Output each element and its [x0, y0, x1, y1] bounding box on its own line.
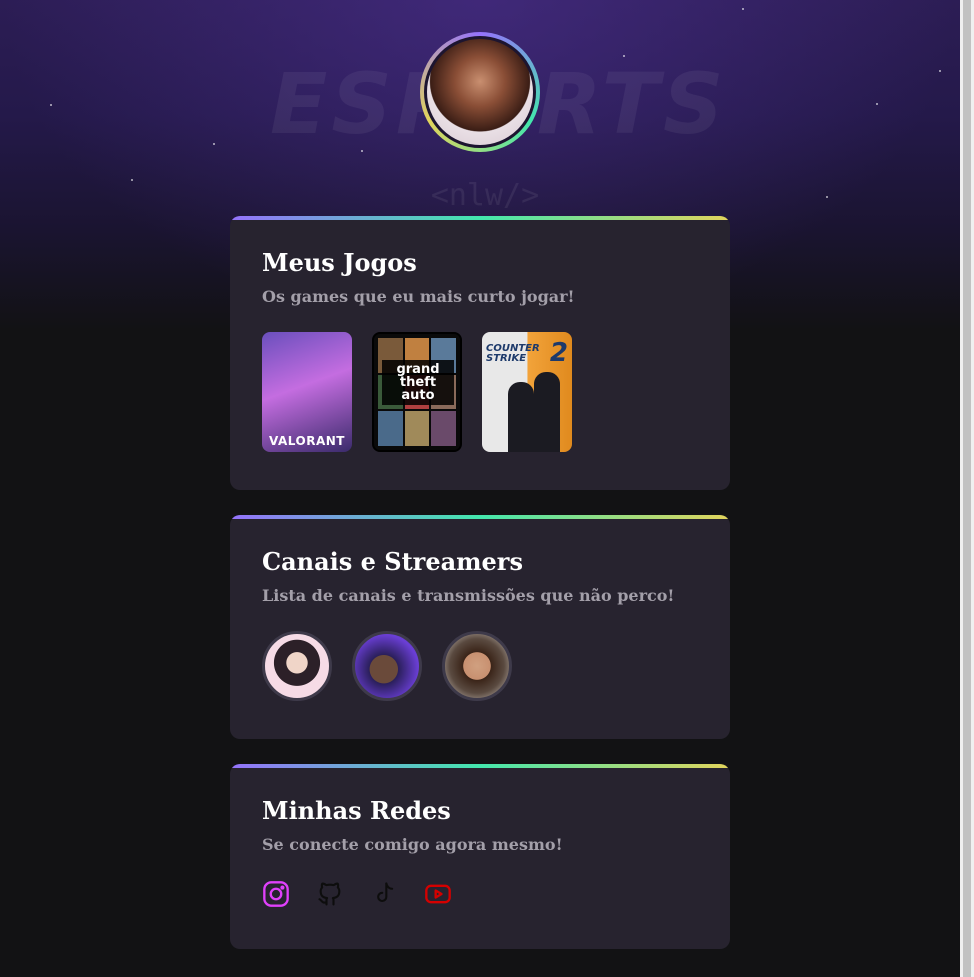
streamer-avatar-3[interactable] [442, 631, 512, 701]
streamer-avatar-1[interactable] [262, 631, 332, 701]
cs-figure [508, 382, 534, 452]
github-icon [318, 882, 341, 906]
cs-figure [534, 372, 560, 452]
nlw-watermark: <nlw/> [430, 178, 540, 213]
star [742, 8, 744, 10]
socials-subtitle: Se conecte comigo agora mesmo! [262, 835, 563, 854]
star [213, 143, 215, 145]
streamers-card: Canais e Streamers Lista de canais e tra… [230, 515, 730, 739]
star [826, 196, 828, 198]
github-link[interactable] [316, 880, 344, 912]
star [939, 70, 941, 72]
star [876, 103, 878, 105]
youtube-icon [425, 884, 451, 904]
game-counter-strike-2[interactable]: COUNTER STRIKE 2 [482, 332, 572, 452]
page-scrollbar[interactable] [960, 0, 974, 977]
socials-card: Minhas Redes Se conecte comigo agora mes… [230, 764, 730, 949]
scrollbar-thumb[interactable] [963, 0, 971, 977]
star [131, 179, 133, 181]
games-title: Meus Jogos [262, 248, 417, 277]
streamers-list [262, 631, 698, 701]
instagram-icon [263, 881, 289, 907]
profile-avatar [420, 32, 540, 152]
socials-title: Minhas Redes [262, 796, 451, 825]
game-gta-v[interactable]: grand theft auto [372, 332, 462, 452]
game-gta-label: grand theft auto [382, 360, 454, 405]
game-cs-number: 2 [549, 338, 568, 368]
star [361, 150, 363, 152]
tiktok-link[interactable] [370, 880, 398, 912]
streamers-title: Canais e Streamers [262, 547, 523, 576]
star [50, 104, 52, 106]
streamers-subtitle: Lista de canais e transmissões que não p… [262, 586, 675, 605]
games-list: VALORANT grand theft auto COUNTER STRIKE… [262, 332, 698, 452]
socials-list [262, 880, 698, 912]
game-valorant[interactable]: VALORANT [262, 332, 352, 452]
game-valorant-label: VALORANT [269, 434, 345, 448]
profile-photo [424, 36, 536, 148]
games-subtitle: Os games que eu mais curto jogar! [262, 287, 575, 306]
star [623, 55, 625, 57]
streamer-avatar-2[interactable] [352, 631, 422, 701]
tiktok-icon [377, 882, 394, 903]
games-card: Meus Jogos Os games que eu mais curto jo… [230, 216, 730, 490]
youtube-link[interactable] [424, 880, 452, 912]
instagram-link[interactable] [262, 880, 290, 912]
